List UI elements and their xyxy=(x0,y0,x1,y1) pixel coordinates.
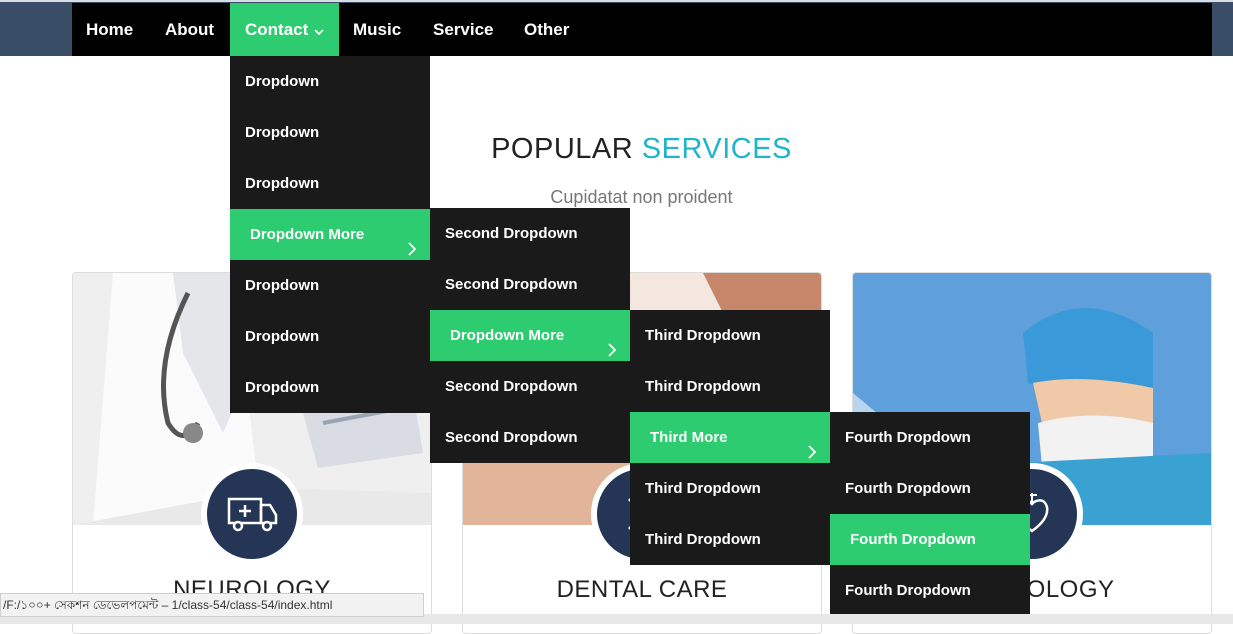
nav-contact[interactable]: Contact xyxy=(230,3,340,57)
dropdown-item[interactable]: Second Dropdown xyxy=(430,361,630,412)
dropdown-item[interactable]: Second Dropdown xyxy=(430,208,630,259)
dropdown-item-more-label: Dropdown More xyxy=(450,327,565,344)
dropdown-item[interactable]: Second Dropdown xyxy=(430,259,630,310)
dropdown-item-more[interactable]: Third More xyxy=(630,412,830,463)
dropdown-item[interactable]: Dropdown xyxy=(230,362,430,413)
dropdown-item[interactable]: Dropdown xyxy=(230,158,430,209)
dropdown-item[interactable]: Third Dropdown xyxy=(630,310,830,361)
dropdown-item-active[interactable]: Fourth Dropdown xyxy=(830,514,1030,565)
nav-home[interactable]: Home xyxy=(86,3,133,56)
dropdown-item[interactable]: Fourth Dropdown xyxy=(830,412,1030,463)
window-edge xyxy=(0,0,1233,2)
ambulance-icon xyxy=(227,497,278,532)
dropdown-menu-level4: Fourth Dropdown Fourth Dropdown Fourth D… xyxy=(830,412,1030,616)
dropdown-item-more-label: Third More xyxy=(650,429,728,446)
dropdown-menu-level3: Third Dropdown Third Dropdown Third More… xyxy=(630,310,830,565)
chevron-down-icon xyxy=(314,4,324,57)
section-subtitle: Cupidatat non proident xyxy=(550,187,733,207)
dropdown-menu-level2: Second Dropdown Second Dropdown Dropdown… xyxy=(430,208,630,463)
nav-service[interactable]: Service xyxy=(433,3,494,56)
dropdown-item-more-label: Dropdown More xyxy=(250,226,365,243)
card-title-dental: DENTAL CARE xyxy=(556,576,728,603)
dropdown-item[interactable]: Dropdown xyxy=(230,260,430,311)
dropdown-item[interactable]: Third Dropdown xyxy=(630,514,830,565)
nav-other[interactable]: Other xyxy=(524,3,569,56)
dropdown-item-more[interactable]: Dropdown More xyxy=(430,310,630,361)
section-title: POPULAR SERVICES xyxy=(0,133,1233,166)
dropdown-item[interactable]: Fourth Dropdown xyxy=(830,463,1030,514)
ambulance-icon-badge xyxy=(201,463,303,565)
browser-status-bar: /F:/১০০+ সেকশন ডেভেলপমেন্ট – 1/class-54/… xyxy=(0,593,424,617)
dropdown-item[interactable]: Second Dropdown xyxy=(430,412,630,463)
section-title-main: POPULAR xyxy=(491,133,642,165)
nav-contact-label: Contact xyxy=(245,20,309,39)
main-navbar: Home About Contact Music Service Other xyxy=(72,3,1212,56)
nav-music[interactable]: Music xyxy=(353,3,401,56)
dropdown-item[interactable]: Dropdown xyxy=(230,107,430,158)
dropdown-item[interactable]: Dropdown xyxy=(230,56,430,107)
dropdown-item[interactable]: Dropdown xyxy=(230,311,430,362)
section-title-accent: SERVICES xyxy=(641,133,792,165)
dropdown-item[interactable]: Fourth Dropdown xyxy=(830,565,1030,616)
nav-about[interactable]: About xyxy=(165,3,214,56)
dropdown-item[interactable]: Third Dropdown xyxy=(630,361,830,412)
dropdown-item-more[interactable]: Dropdown More xyxy=(230,209,430,260)
dropdown-menu-level1: Dropdown Dropdown Dropdown Dropdown More… xyxy=(230,56,430,413)
dropdown-item[interactable]: Third Dropdown xyxy=(630,463,830,514)
